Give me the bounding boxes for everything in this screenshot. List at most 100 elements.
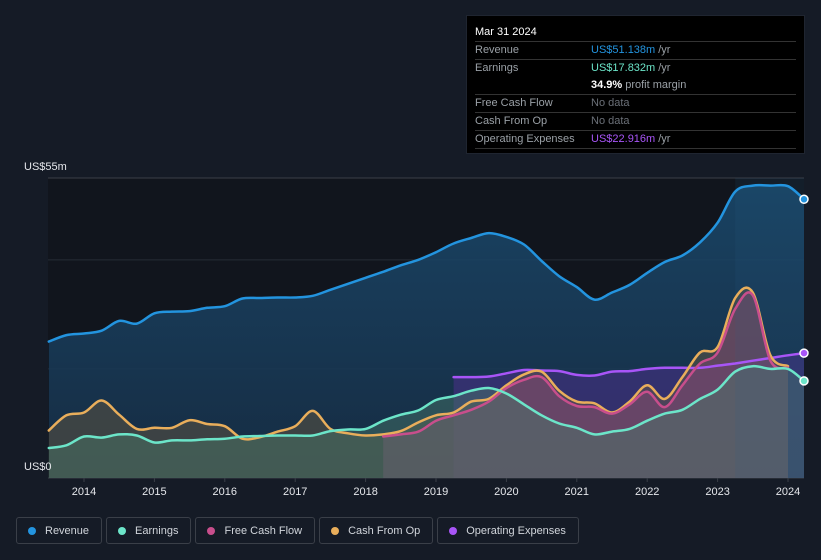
revenue-point xyxy=(400,264,402,266)
earnings-point xyxy=(452,395,454,397)
tooltip-value: No data xyxy=(591,115,630,127)
x-tick-label: 2021 xyxy=(565,486,589,498)
cash-from-op-point xyxy=(681,376,683,378)
free-cash-flow-point xyxy=(628,403,630,405)
free-cash-flow-point xyxy=(593,406,595,408)
legend-item-earnings[interactable]: Earnings xyxy=(106,517,192,544)
x-tick-label: 2015 xyxy=(142,486,166,498)
earnings-point xyxy=(769,368,771,370)
operating-expenses-point xyxy=(488,375,490,377)
tooltip-label: Earnings xyxy=(475,62,519,74)
revenue-point xyxy=(628,284,630,286)
earnings-point xyxy=(540,414,542,416)
free-cash-flow-point xyxy=(734,308,736,310)
tooltip: Mar 31 2024 Revenue US$51.138m /yr Earni… xyxy=(466,15,805,154)
revenue-point xyxy=(118,320,120,322)
free-cash-flow-point xyxy=(716,351,718,353)
tooltip-row-cash-from-op: Cash From Op No data xyxy=(475,113,796,131)
free-cash-flow-point xyxy=(540,376,542,378)
legend-item-cash-from-op[interactable]: Cash From Op xyxy=(319,517,434,544)
cash-from-op-point xyxy=(470,400,472,402)
cash-from-op-point xyxy=(118,414,120,416)
earnings-point xyxy=(435,399,437,401)
tooltip-label: Operating Expenses xyxy=(475,133,575,145)
tooltip-unit: /yr xyxy=(658,62,671,74)
cash-from-op-point xyxy=(83,411,85,413)
tooltip-value: US$51.138m xyxy=(591,44,656,56)
tooltip-value: US$22.916m xyxy=(591,133,656,145)
revenue-point xyxy=(382,271,384,273)
legend-dot-icon xyxy=(28,526,36,535)
earnings-point xyxy=(48,447,50,449)
legend-label: Operating Expenses xyxy=(466,524,566,537)
revenue-point xyxy=(716,222,718,224)
cash-from-op-point xyxy=(734,297,736,299)
legend-item-revenue[interactable]: Revenue xyxy=(16,517,103,544)
earnings-point xyxy=(276,434,278,436)
free-cash-flow-point xyxy=(435,420,437,422)
legend-item-operating-expenses[interactable]: Operating Expenses xyxy=(437,517,579,544)
revenue-point xyxy=(65,334,67,336)
tooltip-row-earnings: Earnings US$17.832m /yr xyxy=(475,60,796,77)
revenue-point xyxy=(83,332,85,334)
earnings-point xyxy=(752,365,754,367)
revenue-point xyxy=(206,307,208,309)
cash-from-op-point xyxy=(364,434,366,436)
revenue-point xyxy=(611,291,613,293)
highlight-band xyxy=(735,178,804,478)
cash-from-op-point xyxy=(417,421,419,423)
free-cash-flow-point xyxy=(681,384,683,386)
earnings-point xyxy=(171,439,173,441)
earnings-point xyxy=(400,414,402,416)
revenue-point xyxy=(100,330,102,332)
earnings-point xyxy=(523,403,525,405)
revenue-point xyxy=(523,243,525,245)
revenue-point xyxy=(417,259,419,261)
tooltip-label: Revenue xyxy=(475,44,520,56)
legend-item-free-cash-flow[interactable]: Free Cash Flow xyxy=(195,517,316,544)
operating-expenses-point xyxy=(628,370,630,372)
revenue-point xyxy=(329,289,331,291)
earnings-point xyxy=(364,428,366,430)
cash-from-op-point xyxy=(435,414,437,416)
revenue-point xyxy=(224,305,226,307)
earnings-point xyxy=(593,433,595,435)
earnings-point xyxy=(628,428,630,430)
x-tick-label: 2024 xyxy=(776,486,800,498)
cash-from-op-point xyxy=(523,373,525,375)
cash-from-op-point xyxy=(224,425,226,427)
revenue-point xyxy=(188,310,190,312)
cash-from-op-point xyxy=(593,402,595,404)
revenue-point xyxy=(664,261,666,263)
revenue-point xyxy=(488,232,490,234)
earnings-point xyxy=(417,409,419,411)
tooltip-row-revenue: Revenue US$51.138m /yr xyxy=(475,42,796,60)
revenue-point xyxy=(171,310,173,312)
operating-expenses-point xyxy=(593,374,595,376)
x-tick-label: 2014 xyxy=(72,486,96,498)
revenue-point xyxy=(48,340,50,342)
earnings-point xyxy=(153,441,155,443)
revenue-point xyxy=(259,297,261,299)
free-cash-flow-point xyxy=(646,391,648,393)
operating-expenses-end-marker xyxy=(799,348,809,358)
cash-from-op-point xyxy=(48,429,50,431)
free-cash-flow-point xyxy=(752,294,754,296)
cash-from-op-point xyxy=(294,425,296,427)
revenue-point xyxy=(435,251,437,253)
earnings-point xyxy=(241,435,243,437)
operating-expenses-point xyxy=(470,376,472,378)
tooltip-date: Mar 31 2024 xyxy=(475,24,796,42)
free-cash-flow-point xyxy=(558,395,560,397)
earnings-point xyxy=(681,409,683,411)
legend-dot-icon xyxy=(449,526,458,535)
cash-from-op-point xyxy=(699,351,701,353)
x-tick-label: 2023 xyxy=(705,486,729,498)
cash-from-op-point xyxy=(347,432,349,434)
revenue-point xyxy=(540,260,542,262)
x-tick-label: 2018 xyxy=(353,486,377,498)
cash-from-op-point xyxy=(136,428,138,430)
free-cash-flow-point xyxy=(523,379,525,381)
operating-expenses-point xyxy=(752,360,754,362)
y-axis-min-label: US$0 xyxy=(24,461,52,473)
